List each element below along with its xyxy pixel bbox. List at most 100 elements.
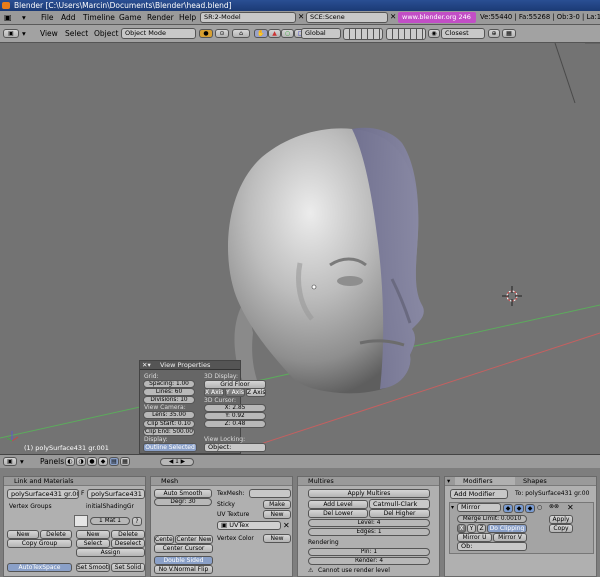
mirror-x-toggle[interactable]: X: [457, 524, 466, 533]
scene-select[interactable]: SCE:Scene: [306, 12, 388, 23]
uvtex-remove-icon[interactable]: ✕: [283, 521, 290, 530]
render-preview-button[interactable]: ◉: [428, 29, 440, 38]
outline-selected-toggle[interactable]: Outline Selected: [143, 443, 197, 452]
modifier-delete-icon[interactable]: ✕: [567, 503, 574, 512]
pivot-button[interactable]: ⊙: [215, 29, 229, 38]
view-properties-header[interactable]: ✕▾ View Properties: [140, 361, 240, 370]
uvtex-layer-field[interactable]: ▣ UVTex: [217, 521, 281, 530]
cursor-z-field[interactable]: Z: 0.48: [204, 420, 266, 428]
3d-viewport[interactable]: (1) polySurface431 gr.001: [0, 43, 600, 454]
clip-end-field[interactable]: Clip End: 500.00: [143, 428, 195, 436]
vgroup-delete-button[interactable]: Delete: [40, 530, 72, 539]
level-field[interactable]: Level: 4: [308, 519, 430, 527]
apply-multires-button[interactable]: Apply Multires: [308, 489, 430, 498]
grid-lines-field[interactable]: Lines: 60: [143, 388, 195, 396]
mirror-z-toggle[interactable]: Z: [477, 524, 486, 533]
collapse-icon-2[interactable]: ▾: [20, 457, 24, 466]
modifier-copy-button[interactable]: Copy: [549, 524, 573, 533]
shading-tab-icon[interactable]: ●: [87, 457, 97, 466]
mesh-header[interactable]: Mesh: [151, 477, 292, 486]
menu-help[interactable]: Help: [179, 13, 196, 22]
collapse-icon[interactable]: ▾: [22, 29, 26, 38]
material-deselect-button[interactable]: Deselect: [111, 539, 145, 548]
menu-game[interactable]: Game: [119, 13, 141, 22]
mirror-object-field[interactable]: Ob:: [457, 542, 527, 551]
mesh-name-field[interactable]: polySurface431 gr.001: [7, 489, 79, 499]
del-higher-button[interactable]: Del Higher: [369, 509, 430, 518]
menu-select[interactable]: Select: [65, 29, 88, 38]
mirror-name-field[interactable]: Mirror: [457, 503, 501, 512]
script-tab-icon[interactable]: ◑: [76, 457, 86, 466]
translate-manipulator[interactable]: ▲: [268, 29, 281, 38]
lens-field[interactable]: Lens: 35.00: [143, 411, 195, 419]
z-axis-toggle[interactable]: Z Axis: [246, 388, 266, 397]
menu-timeline[interactable]: Timeline: [83, 13, 115, 22]
del-lower-button[interactable]: Del Lower: [308, 509, 368, 518]
subdiv-type-select[interactable]: Catmull-Clark: [369, 499, 430, 509]
layers-row-2[interactable]: [386, 28, 426, 40]
center-new-button[interactable]: Center New: [175, 535, 213, 544]
set-smooth-button[interactable]: Set Smooth: [76, 563, 110, 572]
object-name-field[interactable]: polySurface431 gr.001: [87, 489, 145, 499]
opengl-render-button[interactable]: ▦: [502, 29, 516, 38]
menu-render[interactable]: Render: [147, 13, 174, 22]
copy-group-button[interactable]: Copy Group: [7, 539, 72, 548]
close-scene-icon[interactable]: ✕: [390, 12, 396, 21]
texmesh-field[interactable]: [249, 489, 291, 498]
mirror-u-toggle[interactable]: Mirror U: [457, 533, 492, 542]
mode-select[interactable]: Object Mode: [121, 28, 196, 39]
x-axis-toggle[interactable]: X Axis: [204, 388, 224, 397]
do-clipping-toggle[interactable]: Do Clipping: [487, 524, 527, 533]
screen-select[interactable]: SR:2-Model: [200, 12, 296, 23]
cursor-y-field[interactable]: Y: 0.92: [204, 412, 266, 420]
snap-mode-select[interactable]: Closest: [441, 28, 485, 39]
blender-website-link[interactable]: www.blender.org 246: [398, 12, 476, 23]
vertex-color-new-button[interactable]: New: [263, 534, 291, 543]
multires-header[interactable]: Multires: [298, 477, 439, 486]
modifier-editmode-toggle[interactable]: ◆: [525, 504, 535, 513]
panel-collapse-icon[interactable]: ▾: [447, 477, 450, 485]
orientation-select[interactable]: Global: [301, 28, 341, 39]
menu-object[interactable]: Object: [94, 29, 118, 38]
layers-row-1[interactable]: [343, 28, 383, 40]
autotexspace-toggle[interactable]: AutoTexSpace: [7, 563, 72, 572]
object-tab-icon[interactable]: ◆: [98, 457, 108, 466]
menu-file[interactable]: File: [41, 13, 54, 22]
grid-divisions-field[interactable]: Divisions: 10: [143, 396, 195, 404]
editing-tab-icon[interactable]: ▤: [109, 457, 119, 466]
material-index-stepper[interactable]: 1 Mat 1: [90, 517, 130, 525]
viewport-canvas[interactable]: [0, 43, 600, 454]
add-modifier-select[interactable]: Add Modifier: [450, 489, 508, 499]
merge-limit-field[interactable]: Merge Limit: 0.0010: [457, 515, 527, 523]
cursor-x-field[interactable]: X: 2.85: [204, 404, 266, 412]
material-query-button[interactable]: ?: [132, 517, 142, 526]
mirror-y-toggle[interactable]: Y: [467, 524, 476, 533]
menu-add[interactable]: Add: [61, 13, 76, 22]
vgroup-new-button[interactable]: New: [7, 530, 39, 539]
auto-smooth-toggle[interactable]: Auto Smooth: [154, 489, 212, 498]
center-button[interactable]: Center: [154, 535, 174, 544]
modifier-move-up-icon[interactable]: ⊗⊗: [549, 503, 559, 510]
draw-type-button[interactable]: ●: [199, 29, 213, 38]
material-color-swatch[interactable]: [74, 515, 88, 527]
editor-type-button-2[interactable]: ▣: [3, 457, 17, 466]
lock-object-field[interactable]: Object:: [204, 443, 266, 452]
clip-start-field[interactable]: Clip Start: 0.10: [143, 420, 195, 428]
lock-layer-button[interactable]: ⌂: [232, 29, 250, 38]
double-sided-toggle[interactable]: Double Sided: [154, 556, 213, 565]
menu-view[interactable]: View: [40, 29, 58, 38]
no-vnormal-flip-toggle[interactable]: No V.Normal Flip: [154, 565, 213, 574]
mirror-v-toggle[interactable]: Mirror V: [493, 533, 527, 542]
center-cursor-button[interactable]: Center Cursor: [154, 544, 213, 553]
collapse-menu-icon[interactable]: ▾: [22, 13, 26, 22]
grid-spacing-field[interactable]: Spacing: 1.00: [143, 380, 195, 388]
tab-modifiers[interactable]: Modifiers: [455, 477, 515, 485]
modifier-expand-icon[interactable]: ▾: [451, 504, 454, 511]
add-level-button[interactable]: Add Level: [308, 500, 368, 509]
material-new-button[interactable]: New: [76, 530, 110, 539]
window-type-icon[interactable]: ▣: [4, 13, 12, 22]
render-level-field[interactable]: Render: 4: [308, 557, 430, 565]
material-delete-button[interactable]: Delete: [111, 530, 145, 539]
material-select-button[interactable]: Select: [76, 539, 110, 548]
panel-close-icon[interactable]: ✕▾: [142, 361, 151, 369]
